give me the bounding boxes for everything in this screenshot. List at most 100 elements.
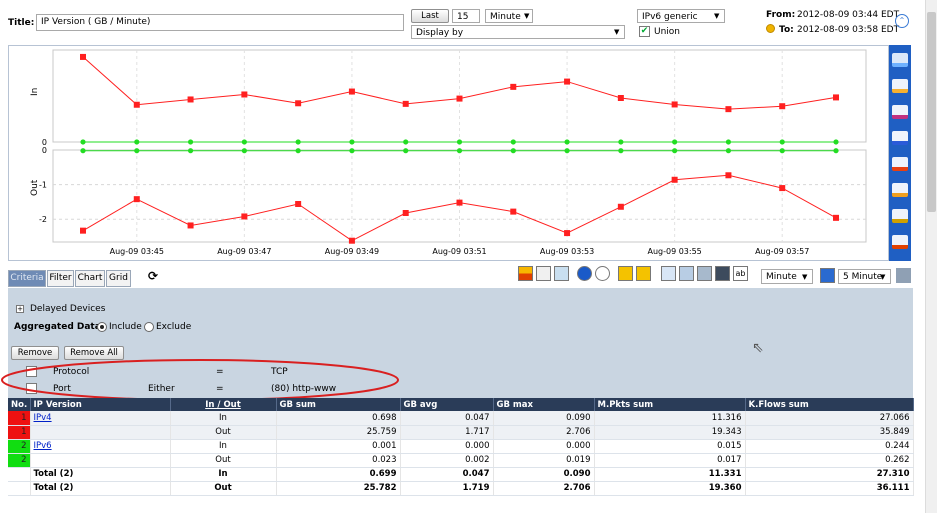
refresh-icon[interactable]: ⟳ xyxy=(148,269,158,283)
grid-header-row: No. IP Version In / Out GB sum GB avg GB… xyxy=(8,398,914,411)
in-data-point xyxy=(349,139,355,145)
data-grid: No. IP Version In / Out GB sum GB avg GB… xyxy=(8,398,914,496)
expand-icon[interactable]: + xyxy=(16,305,24,313)
col-header-ip-version[interactable]: IP Version xyxy=(30,398,171,411)
chevron-down-icon: ▼ xyxy=(614,28,620,36)
page-scrollbar[interactable] xyxy=(925,0,937,513)
out-data-point xyxy=(833,214,839,221)
out-data-point xyxy=(672,148,678,154)
ip-version-cell: IPv6 xyxy=(30,439,171,454)
out-data-point xyxy=(617,203,624,210)
settings-icon[interactable] xyxy=(697,266,712,281)
col-header-kflows-sum[interactable]: K.Flows sum xyxy=(745,398,914,411)
total-gb-sum: 0.699 xyxy=(276,467,401,482)
bar-chart-icon[interactable] xyxy=(892,131,908,145)
out-data-point xyxy=(402,210,409,216)
stacked-bar-icon[interactable] xyxy=(892,183,908,197)
in-data-point xyxy=(672,139,678,145)
in-data-point xyxy=(348,88,355,95)
report-icon[interactable] xyxy=(577,266,592,281)
dark-panel-icon[interactable] xyxy=(715,266,730,281)
exclude-radio[interactable] xyxy=(144,322,154,332)
ip-version-cell xyxy=(30,453,171,468)
grid-icon[interactable] xyxy=(518,266,533,281)
ip-version-cell xyxy=(30,425,171,440)
out-data-point xyxy=(510,208,517,215)
email-icon[interactable] xyxy=(595,266,610,281)
collapse-icon[interactable]: ⌃ xyxy=(895,14,909,28)
in-data-point xyxy=(187,139,194,145)
columns-icon[interactable] xyxy=(536,266,551,281)
total-row: Total (2) Out 25.782 1.719 2.706 19.360 36.111 xyxy=(8,481,914,496)
table-row[interactable]: 2 IPv6 In 0.001 0.000 0.000 0.015 0.244 xyxy=(8,439,914,454)
x-tick-label: Aug-09 03:51 xyxy=(432,247,486,256)
display-by-select[interactable]: Display by ▼ xyxy=(411,25,625,39)
total-gb-avg: 1.719 xyxy=(400,481,494,496)
out-data-point xyxy=(187,148,194,154)
include-radio[interactable] xyxy=(97,322,107,332)
col-header-no[interactable]: No. xyxy=(8,398,31,411)
toolbar-unit-select[interactable]: Minute ▼ xyxy=(761,269,813,284)
scroll-thumb[interactable] xyxy=(927,12,936,212)
exclude-label: Exclude xyxy=(156,322,192,332)
total-gb-avg: 0.047 xyxy=(400,467,494,482)
pie-chart-icon[interactable] xyxy=(892,209,908,223)
flag-icon[interactable] xyxy=(661,266,676,281)
in-data-point xyxy=(241,91,248,98)
out-data-point xyxy=(618,148,624,154)
3d-area-icon[interactable] xyxy=(892,105,908,119)
in-data-point xyxy=(725,106,732,113)
tab-grid[interactable]: Grid xyxy=(106,270,131,287)
total-gb-sum: 25.782 xyxy=(276,481,401,496)
3d-bar-icon[interactable] xyxy=(892,157,908,171)
line-chart-icon[interactable] xyxy=(892,79,908,93)
last-count-input[interactable]: 15 xyxy=(452,9,480,23)
image-icon[interactable] xyxy=(679,266,694,281)
tab-criteria[interactable]: Criteria xyxy=(8,270,46,287)
total-flows: 27.310 xyxy=(745,467,914,482)
area-chart-icon[interactable] xyxy=(892,53,908,67)
3d-pie-icon[interactable] xyxy=(892,235,908,249)
title-input[interactable]: IP Version ( GB / Minute) xyxy=(36,14,404,31)
col-header-gb-avg[interactable]: GB avg xyxy=(400,398,494,411)
out-data-point xyxy=(779,185,786,192)
out-data-point xyxy=(349,148,355,154)
tab-filter[interactable]: Filter xyxy=(47,270,74,287)
row-number: 2 xyxy=(8,453,31,468)
export-icon[interactable] xyxy=(554,266,569,281)
filter-table-icon[interactable] xyxy=(636,266,651,281)
out-data-point xyxy=(456,148,463,154)
table-row[interactable]: 2 Out 0.023 0.002 0.019 0.017 0.262 xyxy=(8,453,914,468)
flows-cell: 0.262 xyxy=(745,453,914,468)
col-header-mpkts-sum[interactable]: M.Pkts sum xyxy=(594,398,746,411)
col-header-gb-sum[interactable]: GB sum xyxy=(276,398,401,411)
last-button[interactable]: Last xyxy=(411,9,449,23)
gb-sum-cell: 25.759 xyxy=(276,425,401,440)
text-size-icon[interactable]: ab xyxy=(733,266,748,281)
table-row[interactable]: 1 Out 25.759 1.717 2.706 19.343 35.849 xyxy=(8,425,914,440)
in-data-point xyxy=(295,100,302,107)
table-icon[interactable] xyxy=(618,266,633,281)
tabs-row: Criteria Filter Chart Grid ⟳ ab Minute ▼… xyxy=(8,266,913,288)
back-icon[interactable] xyxy=(820,268,835,283)
in-data-point xyxy=(618,139,624,145)
in-data-point xyxy=(564,78,571,85)
col-header-gb-max[interactable]: GB max xyxy=(493,398,595,411)
in-data-point xyxy=(510,139,516,145)
gb-max-cell: 0.090 xyxy=(493,411,595,426)
interval-select[interactable]: 5 Minute ▼ xyxy=(838,269,891,284)
ip-version-link[interactable]: IPv4 xyxy=(34,413,52,423)
col-header-in-out[interactable]: In / Out xyxy=(170,398,277,411)
direction-cell: In xyxy=(170,439,277,454)
table-row[interactable]: 1 IPv4 In 0.698 0.047 0.090 11.316 27.066 xyxy=(8,411,914,426)
in-data-point xyxy=(510,83,517,90)
delayed-devices-label[interactable]: Delayed Devices xyxy=(30,304,105,314)
to-label: To: xyxy=(779,25,794,35)
union-checkbox[interactable]: ✔ xyxy=(639,26,650,37)
ip-version-link[interactable]: IPv6 xyxy=(34,441,52,451)
tab-chart[interactable]: Chart xyxy=(75,270,105,287)
clock-icon xyxy=(766,24,775,33)
forward-icon[interactable] xyxy=(896,268,911,283)
unit-select[interactable]: Minute ▼ xyxy=(485,9,533,23)
ipv6-select[interactable]: IPv6 generic ▼ xyxy=(637,9,725,23)
